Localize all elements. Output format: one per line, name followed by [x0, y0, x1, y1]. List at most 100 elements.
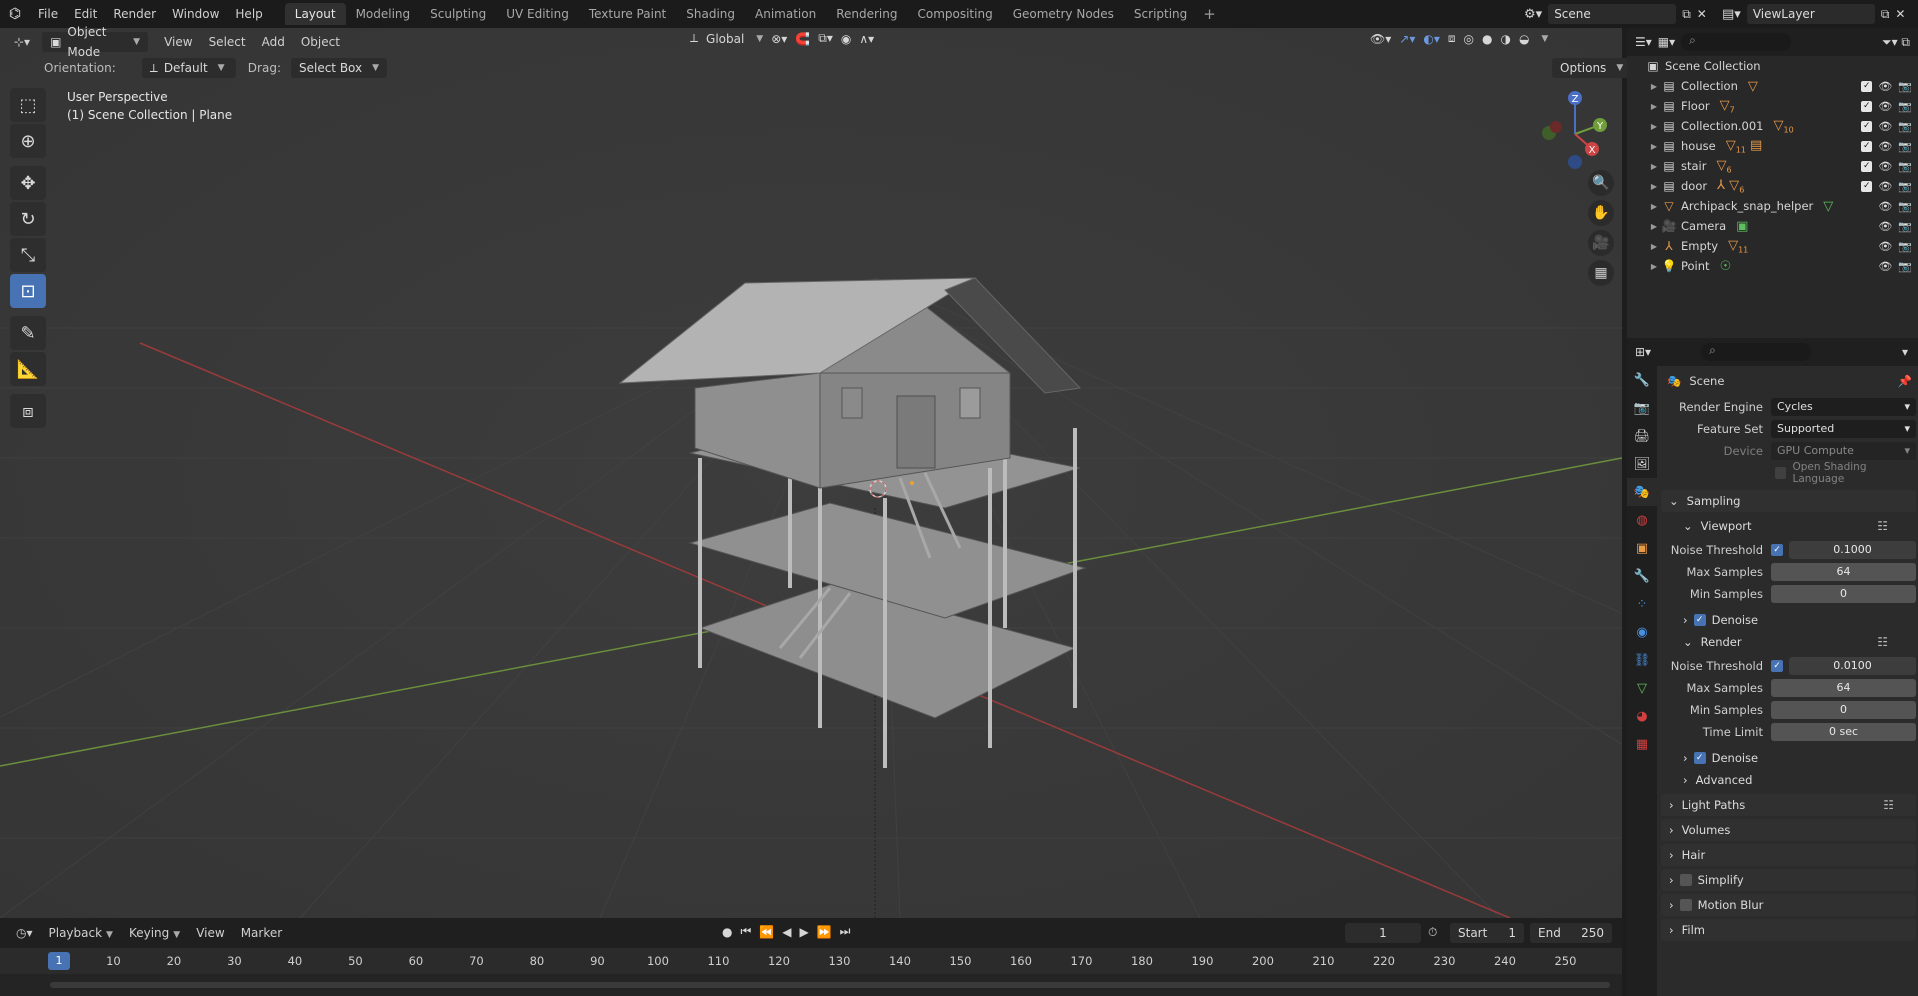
editor-type-icon[interactable]: ⊹▾: [6, 31, 38, 53]
scene-tab-icon[interactable]: 🎭: [1627, 478, 1657, 506]
eye-icon[interactable]: 👁: [1878, 260, 1892, 273]
delete-view-layer-icon[interactable]: ✕: [1895, 7, 1905, 21]
data-tab-icon[interactable]: ▽: [1627, 674, 1657, 702]
display-mode-icon[interactable]: ▦▾: [1658, 35, 1675, 49]
new-view-layer-icon[interactable]: ⧉: [1881, 7, 1890, 22]
next-keyframe-icon[interactable]: ⏩: [817, 925, 832, 939]
tab-rendering[interactable]: Rendering: [826, 3, 907, 25]
volumes-panel[interactable]: › Volumes: [1661, 819, 1916, 841]
list-item[interactable]: ▶ 💡 Point ☉ 👁 📷: [1627, 256, 1918, 276]
expand-arrow-icon[interactable]: ▶: [1647, 202, 1661, 211]
camera-render-icon[interactable]: 📷: [1898, 140, 1912, 153]
exclude-checkbox[interactable]: ✓: [1861, 120, 1873, 132]
world-tab-icon[interactable]: ◍: [1627, 506, 1657, 534]
solid-shading-icon[interactable]: ●: [1482, 32, 1492, 46]
camera-view-icon[interactable]: 🎥: [1588, 230, 1614, 256]
render-subpanel-header[interactable]: ⌄ Render ☷: [1661, 631, 1916, 653]
r-min-samples-field[interactable]: 0: [1771, 701, 1916, 719]
scene-field[interactable]: Scene: [1548, 4, 1677, 24]
simplify-panel[interactable]: › Simplify: [1661, 869, 1916, 891]
render-tab-icon[interactable]: 📷: [1627, 394, 1657, 422]
eye-icon[interactable]: 👁: [1878, 120, 1892, 133]
chevron-down-icon[interactable]: ▼: [1541, 34, 1548, 44]
chevron-down-icon[interactable]: ▼: [756, 34, 763, 44]
list-item[interactable]: ▶ 🎥 Camera ▣ 👁 📷: [1627, 216, 1918, 236]
constraints-tab-icon[interactable]: ⛓: [1627, 646, 1657, 674]
pin-icon[interactable]: 📌: [1898, 374, 1912, 388]
expand-arrow-icon[interactable]: ▶: [1647, 142, 1661, 151]
annotate-tool-icon[interactable]: ✎: [10, 316, 46, 350]
proportional-edit-icon[interactable]: ◉: [841, 32, 851, 46]
eye-icon[interactable]: 👁: [1878, 160, 1892, 173]
add-workspace-icon[interactable]: +: [1197, 5, 1222, 23]
menu-timeline-view[interactable]: View: [188, 922, 232, 944]
material-shading-icon[interactable]: ◑: [1500, 32, 1510, 46]
camera-render-icon[interactable]: 📷: [1898, 160, 1912, 173]
current-frame-indicator[interactable]: 1: [48, 952, 70, 970]
zoom-icon[interactable]: 🔍: [1588, 170, 1614, 196]
properties-editor-icon[interactable]: ⊞▾: [1635, 345, 1651, 359]
expand-arrow-icon[interactable]: ▶: [1647, 102, 1661, 111]
menu-object[interactable]: Object: [293, 31, 348, 53]
modifier-tab-icon[interactable]: 🔧: [1627, 562, 1657, 590]
tab-scripting[interactable]: Scripting: [1124, 3, 1197, 25]
snap-icon[interactable]: 🧲: [795, 32, 810, 46]
cursor-tool-icon[interactable]: ⊕: [10, 124, 46, 158]
osl-checkbox[interactable]: [1775, 467, 1787, 479]
menu-add[interactable]: Add: [254, 31, 293, 53]
list-item[interactable]: ▶ ▤ house ▽11 ▤ ✓ 👁 📷: [1627, 136, 1918, 156]
tab-animation[interactable]: Animation: [745, 3, 826, 25]
exclude-checkbox[interactable]: ✓: [1861, 100, 1873, 112]
play-icon[interactable]: ▶: [799, 925, 808, 939]
vp-denoise-checkbox[interactable]: ✓: [1693, 614, 1706, 626]
rendered-shading-icon[interactable]: ◒: [1519, 32, 1529, 46]
scrollbar-thumb[interactable]: [50, 982, 1610, 988]
expand-arrow-icon[interactable]: ▶: [1647, 262, 1661, 271]
noise-threshold-checkbox[interactable]: ✓: [1771, 660, 1783, 672]
r-denoise-checkbox[interactable]: ✓: [1693, 752, 1706, 764]
menu-window[interactable]: Window: [164, 0, 227, 28]
visibility-icon[interactable]: 👁▾: [1370, 32, 1391, 46]
expand-arrow-icon[interactable]: ▶: [1647, 82, 1661, 91]
exclude-checkbox[interactable]: ✓: [1861, 160, 1873, 172]
list-item[interactable]: ▶ ▤ Floor ▽7 ✓ 👁 📷: [1627, 96, 1918, 116]
presets-list-icon[interactable]: ☷: [1883, 798, 1894, 812]
prev-keyframe-icon[interactable]: ⏪: [759, 925, 774, 939]
filter-icon[interactable]: ⏷▾ ⧉: [1882, 35, 1910, 50]
delete-scene-icon[interactable]: ✕: [1697, 7, 1707, 21]
transform-tool-icon[interactable]: ⊡: [10, 274, 46, 308]
expand-arrow-icon[interactable]: ▶: [1647, 222, 1661, 231]
r-denoise-subpanel[interactable]: › ✓ Denoise: [1661, 747, 1916, 769]
clock-icon[interactable]: ⏱: [1428, 925, 1437, 940]
r-max-samples-field[interactable]: 64: [1771, 679, 1916, 697]
move-tool-icon[interactable]: ✥: [10, 166, 46, 200]
list-item[interactable]: ▶ ⅄ Empty ▽11 👁 📷: [1627, 236, 1918, 256]
end-frame-field[interactable]: End 250: [1530, 923, 1612, 943]
camera-render-icon[interactable]: 📷: [1898, 80, 1912, 93]
expand-arrow-icon[interactable]: ▶: [1647, 242, 1661, 251]
scale-tool-icon[interactable]: ⤡: [10, 238, 46, 272]
light-paths-panel[interactable]: › Light Paths ☷: [1661, 794, 1916, 816]
timeline-scrollbar[interactable]: [0, 974, 1622, 996]
properties-search-input[interactable]: ⌕: [1701, 343, 1812, 361]
material-tab-icon[interactable]: ◕: [1627, 702, 1657, 730]
motion-blur-panel[interactable]: › Motion Blur: [1661, 894, 1916, 916]
chevron-down-icon[interactable]: ▾: [1902, 345, 1908, 359]
outliner-search-input[interactable]: ⌕: [1681, 33, 1792, 51]
transform-orientation[interactable]: Global: [706, 32, 744, 46]
menu-view[interactable]: View: [156, 31, 200, 53]
expand-arrow-icon[interactable]: ▶: [1647, 122, 1661, 131]
select-box-tool-icon[interactable]: ⬚: [10, 88, 46, 122]
tab-texture-paint[interactable]: Texture Paint: [579, 3, 676, 25]
viewport-subpanel-header[interactable]: ⌄ Viewport ☷: [1661, 515, 1916, 537]
snap-target-icon[interactable]: ⧉▾: [818, 31, 833, 46]
menu-playback[interactable]: Playback ▼: [41, 922, 121, 944]
gizmo-toggle-icon[interactable]: ↗▾: [1399, 32, 1415, 46]
menu-help[interactable]: Help: [227, 0, 270, 28]
presets-list-icon[interactable]: ☷: [1877, 519, 1888, 533]
tool-tab-icon[interactable]: 🔧: [1627, 366, 1657, 394]
camera-render-icon[interactable]: 📷: [1898, 200, 1912, 213]
outliner-editor-icon[interactable]: ☰▾: [1635, 35, 1652, 49]
options-dropdown[interactable]: Options ▼: [1552, 58, 1632, 78]
exclude-checkbox[interactable]: ✓: [1861, 80, 1873, 92]
